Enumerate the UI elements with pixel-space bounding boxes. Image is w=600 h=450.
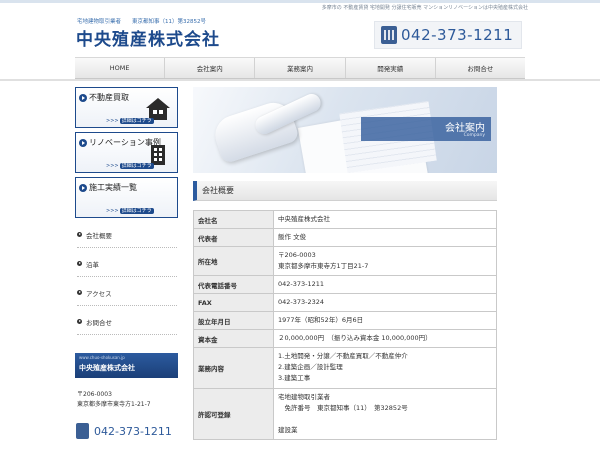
row-value-line: 飯作 文俊 xyxy=(278,233,307,242)
nav-home[interactable]: HOME xyxy=(75,58,166,78)
arrow-circle-icon xyxy=(79,138,87,147)
row-value: 〒206-0003 東京都多摩市東寺方1丁目21-7 xyxy=(273,246,497,277)
arrow-circle-icon xyxy=(79,183,87,192)
row-value: 1.土地開発・分譲／不動産買取／不動産仲介 2.建築企画／設計監理 3.建築工事 xyxy=(273,347,497,389)
bullet-arrow-icon xyxy=(77,290,82,295)
row-label: 会社名 xyxy=(193,209,274,230)
row-value-line: 2.建築企画／設計監理 xyxy=(278,363,343,372)
arrow-circle-icon xyxy=(79,93,87,102)
banner-purchase-more: >>> 詳細はコチラ xyxy=(106,118,154,124)
nav-contact[interactable]: お問合せ xyxy=(436,58,525,78)
table-row: 業務内容 1.土地開発・分譲／不動産買取／不動産仲介 2.建築企画／設計監理 3.建築… xyxy=(193,347,497,389)
bullet-arrow-icon xyxy=(77,319,82,324)
side-link-overview-label: 会社概要 xyxy=(86,231,112,240)
row-value-line: 免許番号 東京都知事（11） 第32852号 xyxy=(278,403,408,412)
banner-purchase-title: 不動産買取 xyxy=(79,92,129,103)
hero-title: 会社案内 xyxy=(445,123,485,134)
banner-works-more: >>> 詳細はコチラ xyxy=(106,208,154,214)
row-value-line: 建設業 xyxy=(278,425,298,434)
row-label: 業務内容 xyxy=(193,347,274,389)
side-link-access-label: アクセス xyxy=(86,289,112,298)
sidebar-phone[interactable]: 042-373-1211 xyxy=(76,423,172,439)
row-value-line: 宅地建物取引業者 xyxy=(278,392,330,401)
row-label: 設立年月日 xyxy=(193,311,274,331)
row-value: 042-373-2324 xyxy=(273,293,497,313)
side-link-contact-label: お問合せ xyxy=(86,318,112,327)
bullet-arrow-icon xyxy=(77,261,82,266)
company-info-table: 会社名 中央殖産株式会社 代表者 飯作 文俊 所在地 〒206-0003 東京都多摩市東寺方… xyxy=(193,209,497,440)
side-link-history[interactable]: 沿革 xyxy=(77,251,177,277)
side-link-contact[interactable]: お問合せ xyxy=(77,309,177,335)
row-value: 中央殖産株式会社 xyxy=(273,209,497,230)
row-value-line: 〒206-0003 xyxy=(278,251,316,260)
phone-icon xyxy=(381,26,397,44)
header-phone[interactable]: 042-373-1211 xyxy=(374,21,522,49)
table-row: 会社名 中央殖産株式会社 xyxy=(193,209,497,230)
license-text: 宅地建物取引業者 東京都知事（11）第32852号 xyxy=(77,19,206,25)
row-label: FAX xyxy=(193,293,274,313)
nav-business[interactable]: 業務案内 xyxy=(255,58,346,78)
sidebar-address: 東京都多摩市東寺方1-21-7 xyxy=(77,401,151,408)
section-title: 会社概要 xyxy=(193,181,497,201)
row-label: 代表電話番号 xyxy=(193,275,274,295)
row-value-line xyxy=(278,414,492,425)
banner-renovation-more: >>> 詳細はコチラ xyxy=(106,163,154,169)
table-row: 設立年月日 1977年（昭和52年）6月6日 xyxy=(193,311,497,331)
nav-divider xyxy=(0,79,600,81)
row-value-line: 042-373-1211 xyxy=(278,280,325,289)
sidebar-company-name: 中央殖産株式会社 xyxy=(79,364,135,372)
hero-label: 会社案内 Company xyxy=(361,117,491,141)
banner-works[interactable]: 施工実績一覧 >>> 詳細はコチラ xyxy=(75,177,178,218)
row-label: 許認可登録 xyxy=(193,387,274,440)
banner-purchase-label: 不動産買取 xyxy=(89,93,129,102)
row-value: 042-373-1211 xyxy=(273,275,497,295)
banner-purchase[interactable]: 不動産買取 >>> 詳細はコチラ xyxy=(75,87,178,128)
row-label: 所在地 xyxy=(193,246,274,277)
side-link-overview[interactable]: 会社概要 xyxy=(77,222,177,248)
header-phone-number: 042-373-1211 xyxy=(401,26,514,44)
table-row: 資本金 ２0,000,000円 （振り込み資本金 10,000,000円） xyxy=(193,329,497,349)
table-row: 代表者 飯作 文俊 xyxy=(193,228,497,248)
row-label: 代表者 xyxy=(193,228,274,248)
row-value-line: 中央殖産株式会社 xyxy=(278,215,330,223)
site-tagline: 多摩市の 不動産賃貸 宅地開発 分譲住宅販売 マンションリノベーションは中央殖産… xyxy=(321,5,528,11)
sidebar-url: www.chuo-shokusan.jp xyxy=(79,355,125,360)
side-link-access[interactable]: アクセス xyxy=(77,280,177,306)
sidebar-postal: 〒206-0003 xyxy=(77,391,112,398)
row-value-line: 1.土地開発・分譲／不動産買取／不動産仲介 xyxy=(278,352,408,361)
banner-works-title: 施工実績一覧 xyxy=(79,182,137,193)
nav-company[interactable]: 会社案内 xyxy=(165,58,256,78)
hero-banner: 会社案内 Company xyxy=(193,87,497,173)
phone-icon xyxy=(76,423,89,439)
side-link-history-label: 沿革 xyxy=(86,260,99,269)
table-row: FAX 042-373-2324 xyxy=(193,293,497,313)
main-nav: HOME 会社案内 業務案内 開発実績 お問合せ xyxy=(75,57,525,79)
sidebar-phone-number: 042-373-1211 xyxy=(94,424,172,438)
bullet-arrow-icon xyxy=(77,232,82,237)
hero-subtitle: Company xyxy=(463,133,485,138)
row-value: 飯作 文俊 xyxy=(273,228,497,248)
row-value-line: ２0,000,000円 （振り込み資本金 10,000,000円） xyxy=(278,334,432,343)
row-value-line: 042-373-2324 xyxy=(278,298,325,307)
table-row: 代表電話番号 042-373-1211 xyxy=(193,275,497,295)
top-accent-bar xyxy=(0,0,600,3)
table-row: 所在地 〒206-0003 東京都多摩市東寺方1丁目21-7 xyxy=(193,246,497,277)
row-value: 宅地建物取引業者 免許番号 東京都知事（11） 第32852号 建設業 xyxy=(273,387,497,440)
row-value-line: 東京都多摩市東寺方1丁目21-7 xyxy=(278,262,369,271)
sidebar-company-card: www.chuo-shokusan.jp 中央殖産株式会社 xyxy=(75,353,178,378)
banner-works-label: 施工実績一覧 xyxy=(89,183,137,192)
site-logo[interactable]: 中央殖産株式会社 xyxy=(76,25,220,50)
banner-renovation[interactable]: リノベーション事例 >>> 詳細はコチラ xyxy=(75,132,178,173)
row-label: 資本金 xyxy=(193,329,274,349)
row-value: ２0,000,000円 （振り込み資本金 10,000,000円） xyxy=(273,329,497,349)
row-value-line: 1977年（昭和52年）6月6日 xyxy=(278,316,364,325)
row-value: 1977年（昭和52年）6月6日 xyxy=(273,311,497,331)
nav-results[interactable]: 開発実績 xyxy=(346,58,436,78)
table-row: 許認可登録 宅地建物取引業者 免許番号 東京都知事（11） 第32852号 建設業 xyxy=(193,387,497,440)
row-value-line: 3.建築工事 xyxy=(278,374,311,383)
